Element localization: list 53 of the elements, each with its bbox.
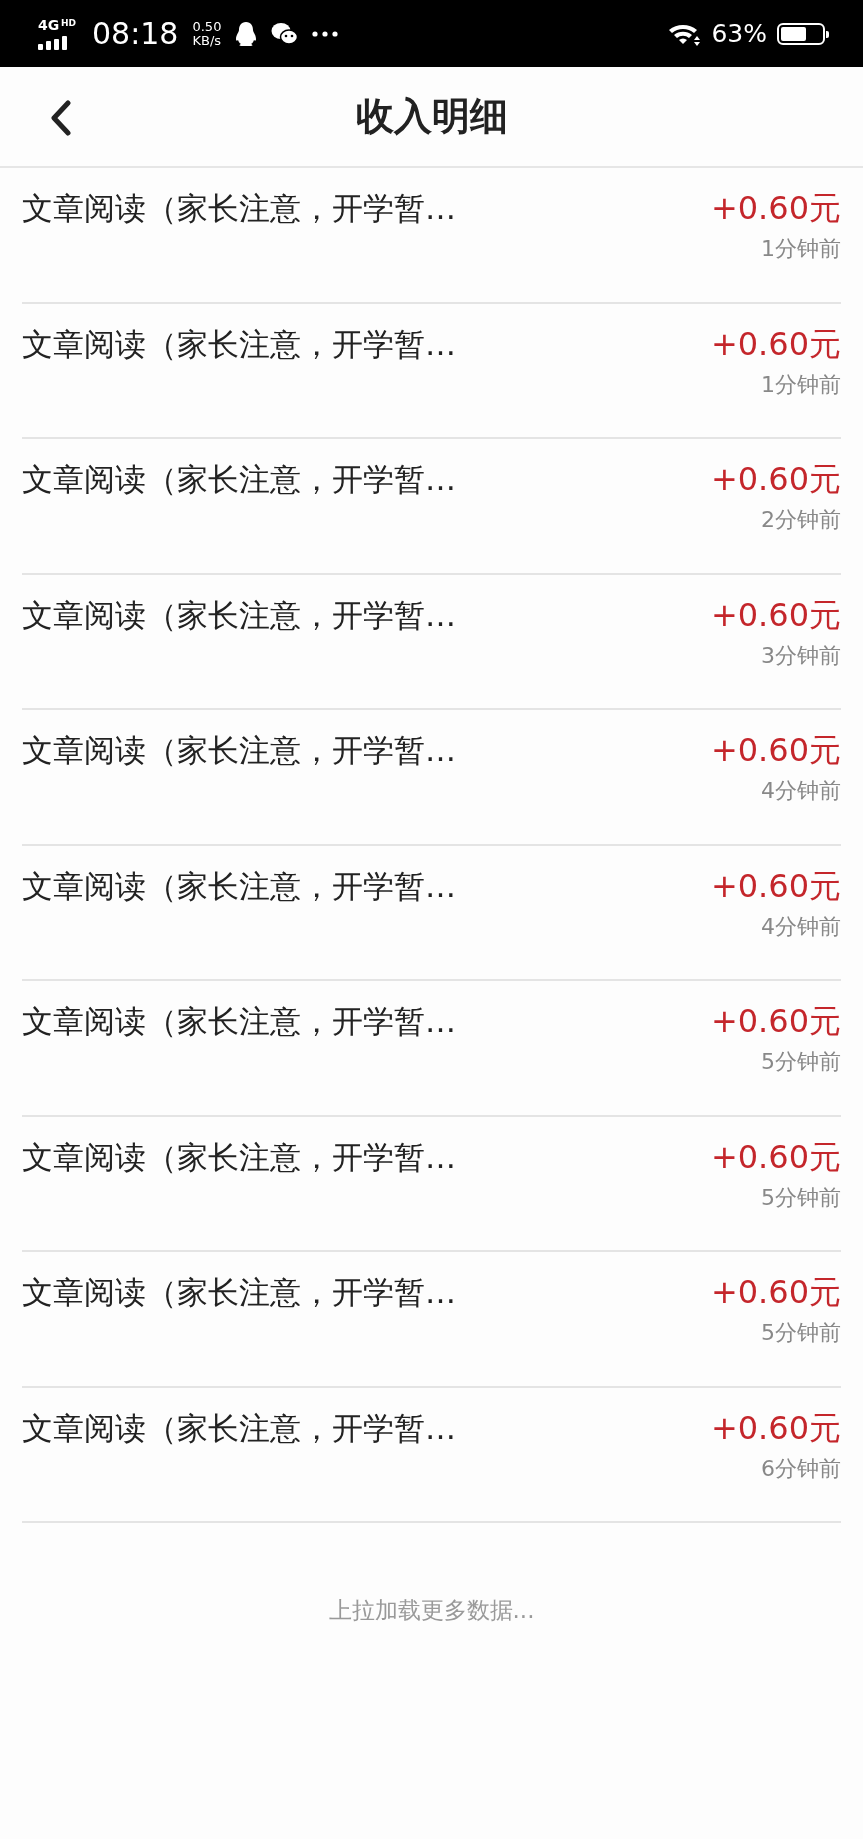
entry-title: 文章阅读（家长注意，开学暂… <box>22 595 456 635</box>
income-entry[interactable]: 文章阅读（家长注意，开学暂… +0.60元 1分钟前 <box>22 168 841 304</box>
load-more-hint: 上拉加载更多数据... <box>328 1596 535 1625</box>
income-entry[interactable]: 文章阅读（家长注意，开学暂… +0.60元 5分钟前 <box>22 981 841 1117</box>
entry-time: 4分钟前 <box>761 777 841 805</box>
entry-time: 4分钟前 <box>761 912 841 941</box>
penguin-icon <box>235 20 258 47</box>
entry-amount: +0.60元 <box>710 459 841 499</box>
income-entry[interactable]: 文章阅读（家长注意，开学暂… +0.60元 1分钟前 <box>22 303 841 439</box>
entry-title: 文章阅读（家长注意，开学暂… <box>22 866 456 906</box>
entry-amount: +0.60元 <box>710 323 841 364</box>
entry-amount: +0.60元 <box>710 1272 841 1312</box>
entry-time: 5分钟前 <box>761 1183 841 1212</box>
entry-time: 5分钟前 <box>761 1319 841 1347</box>
entry-title: 文章阅读（家长注意，开学暂… <box>22 324 456 364</box>
speed-value: 0.50 <box>192 19 222 34</box>
signal-icon <box>38 35 68 50</box>
entry-time: 2分钟前 <box>761 506 841 534</box>
page-title: 收入明细 <box>355 93 508 140</box>
entry-time: 1分钟前 <box>761 235 841 263</box>
clock: 08:18 <box>92 16 179 51</box>
back-button[interactable] <box>50 99 74 137</box>
entry-title: 文章阅读（家长注意，开学暂… <box>22 460 456 499</box>
entry-amount: +0.60元 <box>710 730 841 770</box>
entry-amount: +0.60元 <box>710 594 841 635</box>
network-label: 4G <box>38 17 60 32</box>
entry-title: 文章阅读（家长注意，开学暂… <box>22 1273 456 1312</box>
speed-unit: KB/s <box>192 33 222 48</box>
network-type-label: HD <box>61 17 76 28</box>
entry-time: 5分钟前 <box>761 1048 841 1076</box>
chat-bubbles-icon <box>271 21 299 46</box>
entry-amount: +0.60元 <box>710 1407 841 1448</box>
entry-title: 文章阅读（家长注意，开学暂… <box>22 731 456 770</box>
entry-amount: +0.60元 <box>710 1001 841 1041</box>
entry-amount: +0.60元 <box>710 188 841 228</box>
income-entry[interactable]: 文章阅读（家长注意，开学暂… +0.60元 2分钟前 <box>22 439 841 575</box>
income-entry[interactable]: 文章阅读（家长注意，开学暂… +0.60元 6分钟前 <box>22 1387 841 1523</box>
entry-title: 文章阅读（家长注意，开学暂… <box>22 1408 456 1448</box>
income-entry[interactable]: 文章阅读（家长注意，开学暂… +0.60元 4分钟前 <box>22 845 841 981</box>
entry-title: 文章阅读（家长注意，开学暂… <box>22 1137 456 1177</box>
entry-amount: +0.60元 <box>710 1136 841 1177</box>
entry-title: 文章阅读（家长注意，开学暂… <box>22 189 456 228</box>
entry-amount: +0.60元 <box>710 865 841 906</box>
income-entry[interactable]: 文章阅读（家长注意，开学暂… +0.60元 5分钟前 <box>22 1116 841 1252</box>
entry-time: 3分钟前 <box>761 641 841 670</box>
more-dots-icon <box>312 30 339 37</box>
entry-title: 文章阅读（家长注意，开学暂… <box>22 1002 456 1041</box>
income-entry[interactable]: 文章阅读（家长注意，开学暂… +0.60元 4分钟前 <box>22 710 841 846</box>
income-entry[interactable]: 文章阅读（家长注意，开学暂… +0.60元 3分钟前 <box>22 574 841 710</box>
income-entry[interactable]: 文章阅读（家长注意，开学暂… +0.60元 5分钟前 <box>22 1252 841 1388</box>
battery-percent: 63% <box>711 19 767 48</box>
entry-time: 6分钟前 <box>761 1454 841 1483</box>
entry-time: 1分钟前 <box>761 370 841 399</box>
